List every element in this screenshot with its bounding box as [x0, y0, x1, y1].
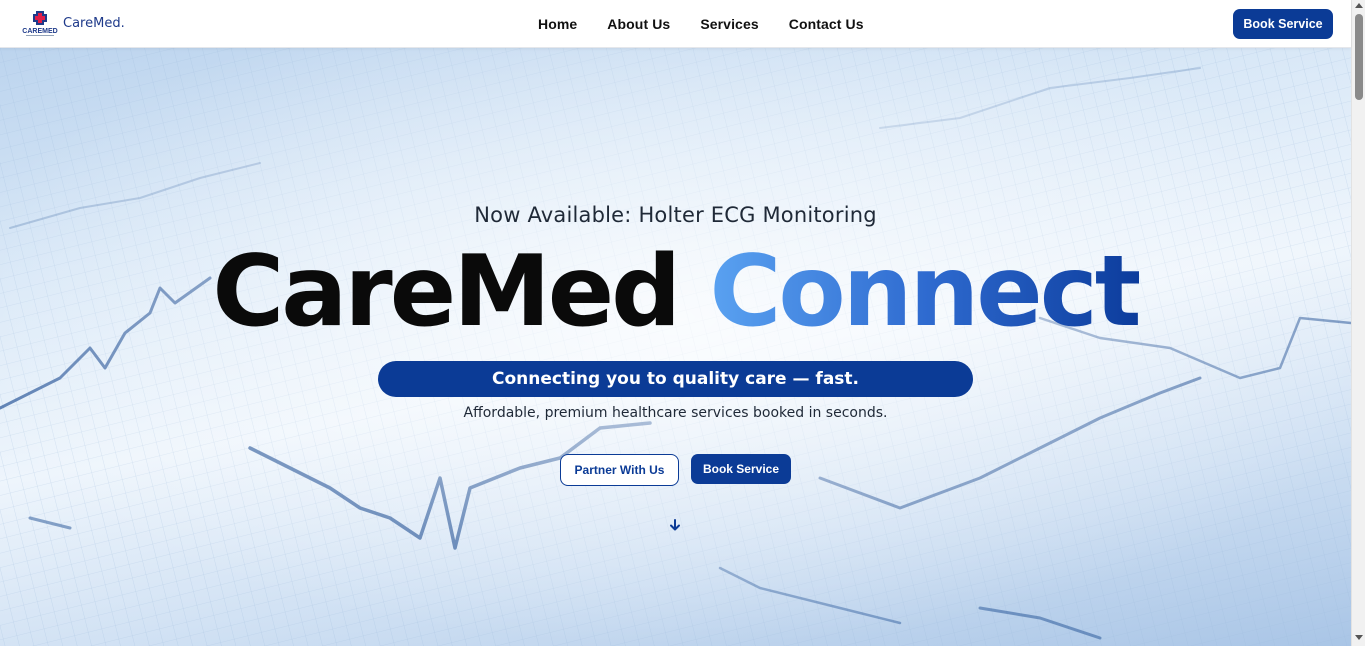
- header-book-service-button[interactable]: Book Service: [1233, 9, 1333, 39]
- hero-title-caremed: CareMed: [212, 235, 681, 349]
- caremed-logo[interactable]: CAREMED: [22, 9, 58, 39]
- nav-contact-us[interactable]: Contact Us: [789, 16, 864, 32]
- page-scrollbar[interactable]: [1351, 0, 1365, 646]
- partner-with-us-button[interactable]: Partner With Us: [560, 454, 679, 486]
- main-nav: Home About Us Services Contact Us: [538, 16, 864, 32]
- brand-name[interactable]: CareMed.: [63, 16, 125, 31]
- hero-eyebrow: Now Available: Holter ECG Monitoring: [474, 203, 877, 227]
- hero-section: Now Available: Holter ECG Monitoring Car…: [0, 48, 1351, 646]
- logo-text: CAREMED: [22, 28, 57, 35]
- hero-tagline-pill: Connecting you to quality care — fast.: [378, 361, 973, 397]
- medical-cross-icon: CAREMED: [22, 11, 58, 36]
- hero-title: CareMed Connect: [0, 232, 1351, 352]
- scroll-up-icon[interactable]: [1355, 3, 1363, 8]
- nav-home[interactable]: Home: [538, 16, 577, 32]
- scrollbar-thumb[interactable]: [1355, 14, 1363, 100]
- site-header: CAREMED CareMed. Home About Us Services …: [0, 0, 1351, 48]
- nav-about-us[interactable]: About Us: [607, 16, 670, 32]
- hero-title-connect: Connect: [709, 235, 1141, 349]
- hero-subtext: Affordable, premium healthcare services …: [463, 405, 888, 421]
- arrow-down-icon[interactable]: [668, 518, 682, 532]
- scroll-down-icon[interactable]: [1355, 635, 1363, 640]
- hero-book-service-button[interactable]: Book Service: [691, 454, 791, 484]
- nav-services[interactable]: Services: [700, 16, 758, 32]
